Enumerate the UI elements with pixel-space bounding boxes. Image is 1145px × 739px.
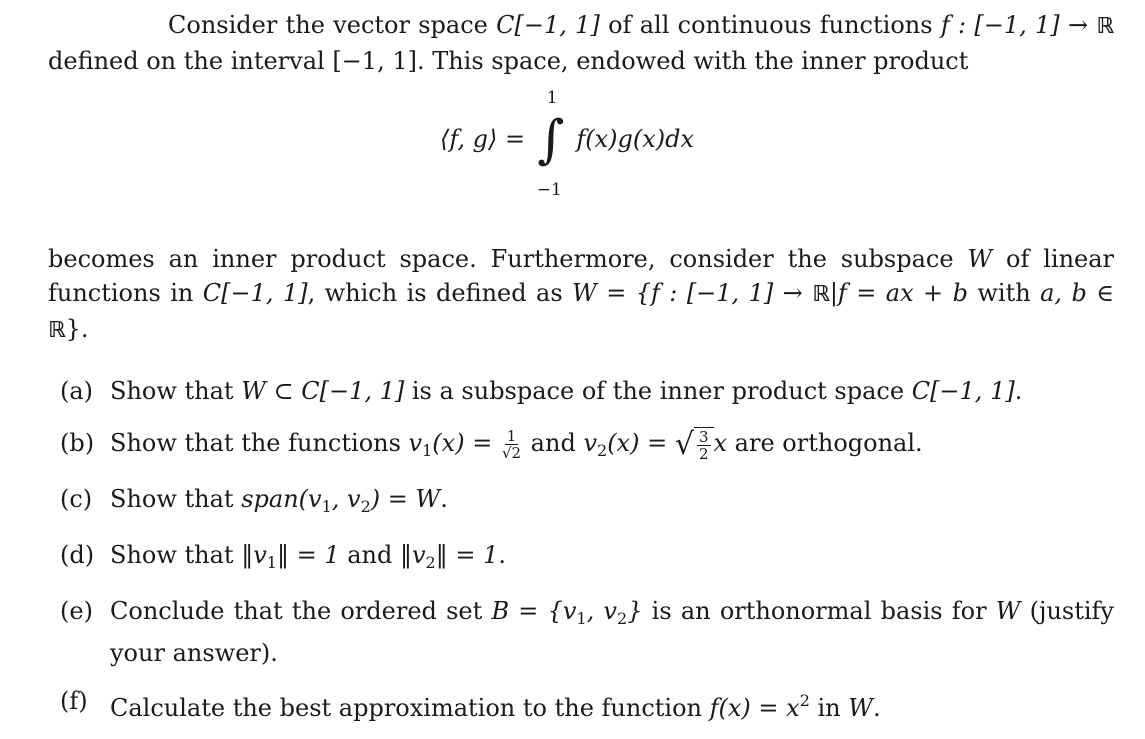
integrand: f(x)g(x)dx — [576, 125, 695, 153]
exercise-item-a: (a) Show that W ⊂ C[−1, 1] is a subspace… — [48, 374, 1114, 408]
definition-paragraph: becomes an inner product space. Furtherm… — [48, 245, 1115, 343]
item-label: (a) — [60, 377, 94, 405]
exercise-item-b: (b) Show that the functions v1(x) = 1 √2 … — [60, 426, 923, 463]
math-space: C[−1, 1] — [496, 11, 600, 39]
exercise-list: (a) Show that W ⊂ C[−1, 1] is a subspace… — [48, 374, 1114, 725]
inner-product-equation: ⟨f, g⟩ = ∫ 1 −1 f(x)g(x)dx — [48, 88, 1114, 224]
exercise-item-f: (f) Calculate the best approximation to … — [48, 684, 1114, 725]
reals-symbol: ℝ — [1096, 14, 1114, 39]
item-label: (f) — [60, 687, 88, 715]
upper-limit: 1 — [546, 88, 558, 108]
fraction: 1 √2 — [501, 427, 522, 462]
square-root: √ 3 2 — [675, 427, 714, 462]
exercise-item-c: (c) Show that span(v1, v2) = W. — [48, 482, 1114, 524]
intro-paragraph: Consider the vector space C[−1, 1] of al… — [48, 11, 1114, 75]
item-label: (d) — [60, 541, 95, 569]
item-label: (c) — [60, 485, 93, 513]
document: Consider the vector space C[−1, 1] of al… — [48, 8, 1114, 739]
exercise-item-e: (e) Conclude that the ordered set B = {v… — [48, 594, 1114, 670]
lower-limit: −1 — [536, 180, 562, 200]
item-label: (b) — [60, 429, 95, 457]
integral-sign: ∫ 1 −1 — [533, 88, 569, 200]
math-map: f : [−1, 1] → — [940, 11, 1097, 39]
item-label: (e) — [60, 597, 93, 625]
radical-icon: √ — [674, 426, 694, 462]
exercise-item-d: (d) Show that ‖v1‖ = 1 and ‖v2‖ = 1. — [48, 538, 1114, 580]
